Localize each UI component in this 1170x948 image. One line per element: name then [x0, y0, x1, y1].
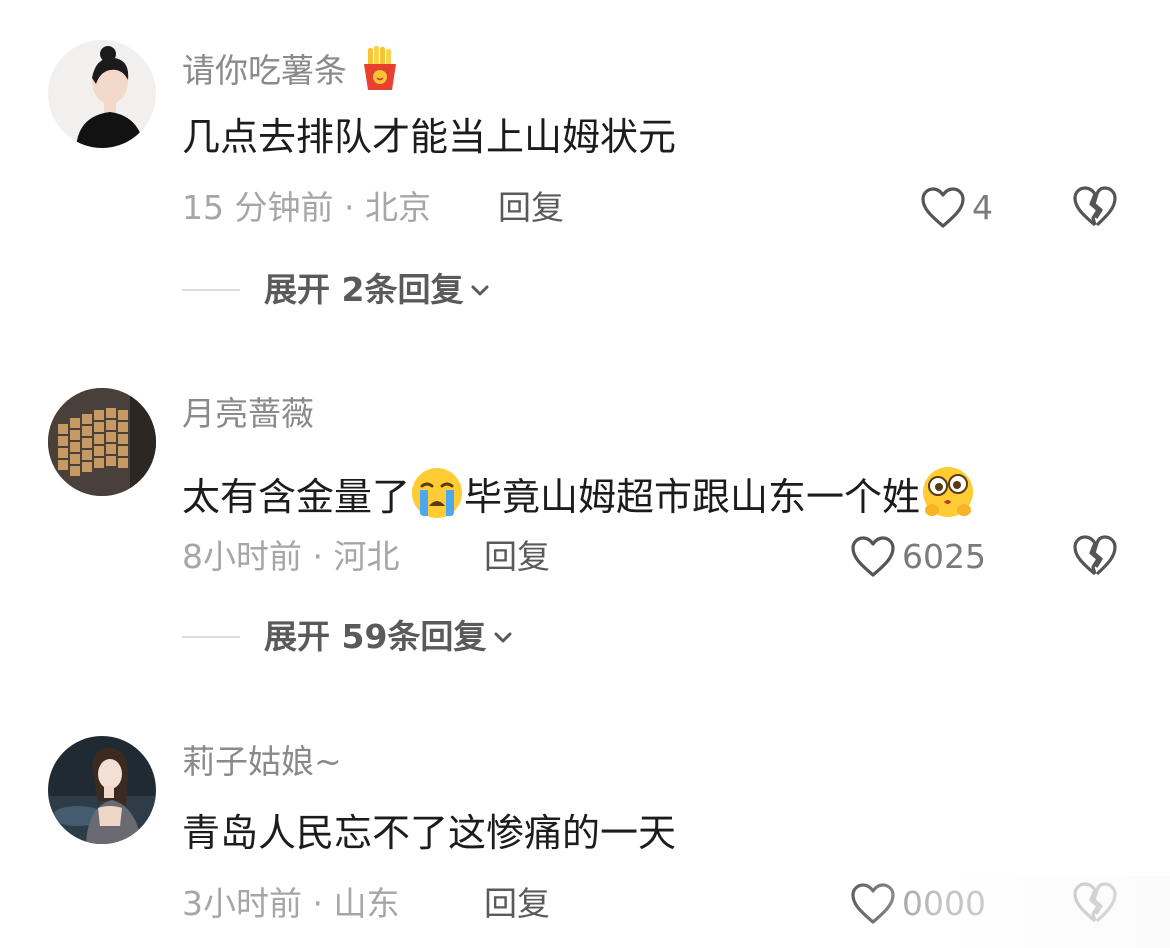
blur-overlay [840, 876, 1170, 948]
comment-text: 青岛人民忘不了这惨痛的一天 [182, 811, 677, 855]
comment-meta: 3小时前 · 山东 [182, 884, 400, 923]
avatar[interactable] [48, 736, 156, 844]
comment-item: 莉子姑娘~ 青岛人民忘不了这惨痛的一天 3小时前 · 山东 回复 0000 [0, 0, 1170, 948]
reply-button[interactable]: 回复 [484, 884, 550, 924]
username[interactable]: 莉子姑娘~ [182, 742, 342, 782]
